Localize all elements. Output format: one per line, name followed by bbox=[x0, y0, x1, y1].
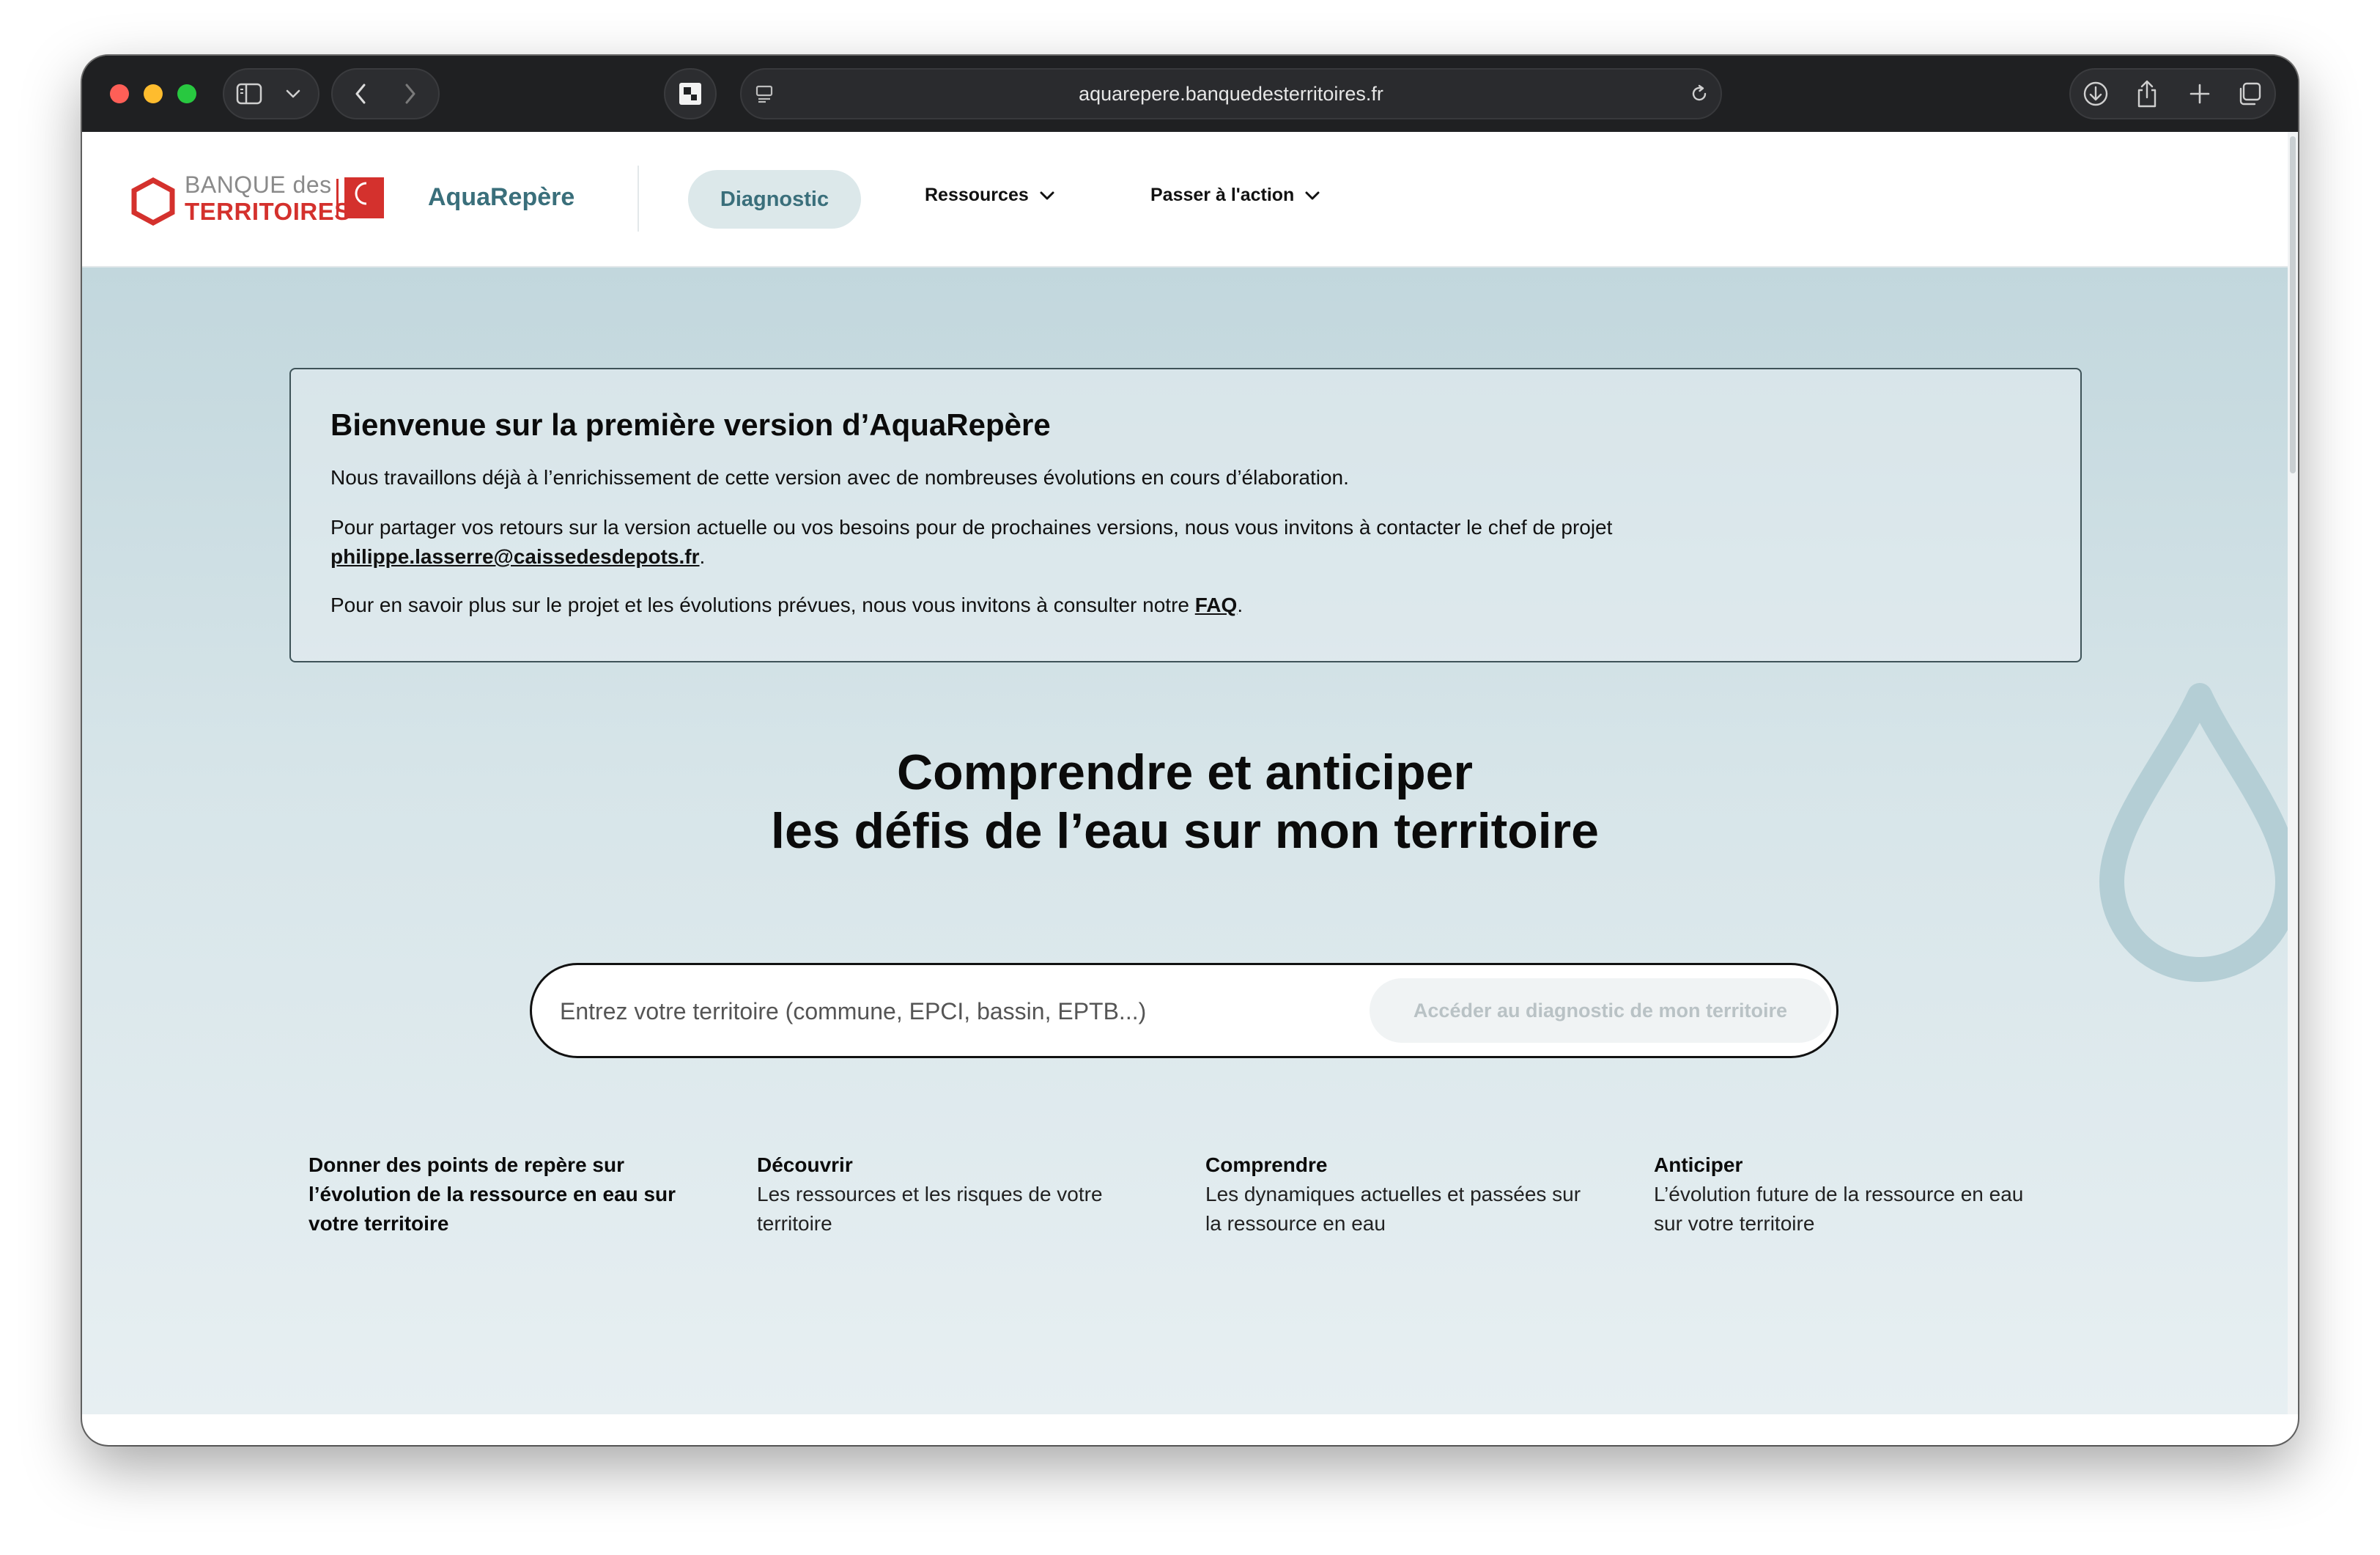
nav-ressources[interactable]: Ressources bbox=[925, 185, 1055, 206]
logo-text-top: BANQUE des bbox=[185, 171, 332, 198]
chevron-down-icon bbox=[1040, 191, 1054, 199]
hero-section: Bienvenue sur la première version d’Aqua… bbox=[82, 267, 2288, 1414]
zoom-window-button[interactable] bbox=[177, 84, 196, 103]
address-bar[interactable]: aquarepere.banquedesterritoires.fr bbox=[740, 68, 1722, 119]
new-tab-icon[interactable] bbox=[2184, 79, 2216, 108]
banque-des-territoires-logo[interactable]: BANQUE des TERRITOIRES bbox=[130, 170, 387, 229]
url-text: aquarepere.banquedesterritoires.fr bbox=[1079, 83, 1383, 105]
share-icon[interactable] bbox=[2131, 78, 2163, 110]
banner-paragraph-2: Pour partager vos retours sur la version… bbox=[330, 516, 1613, 568]
download-icon[interactable] bbox=[2080, 79, 2112, 108]
web-page: BANQUE des TERRITOIRES AquaRepère Diagno… bbox=[82, 132, 2288, 1414]
chevron-down-icon[interactable] bbox=[280, 84, 306, 104]
feature-title: Anticiper bbox=[1654, 1153, 1743, 1176]
page-scrollbar-thumb[interactable] bbox=[2290, 136, 2296, 473]
access-diagnostic-button[interactable]: Accéder au diagnostic de mon territoire bbox=[1370, 978, 1831, 1043]
feature-comprendre: Comprendre Les dynamiques actuelles et p… bbox=[1205, 1150, 1601, 1238]
hero-title-line-2: les défis de l’eau sur mon territoire bbox=[771, 803, 1599, 859]
extension-icon bbox=[676, 81, 705, 107]
site-brand[interactable]: AquaRepère bbox=[428, 183, 574, 212]
back-icon[interactable] bbox=[344, 79, 377, 108]
banner-paragraph-3: Pour en savoir plus sur le projet et les… bbox=[330, 594, 1243, 616]
feature-anticiper: Anticiper L’évolution future de la resso… bbox=[1654, 1150, 2050, 1238]
banner-paragraph-1: Nous travaillons déjà à l’enrichissement… bbox=[330, 466, 1349, 489]
browser-window: aquarepere.banquedesterritoires.fr BANQU… bbox=[82, 56, 2298, 1445]
tab-overview-icon[interactable] bbox=[2233, 79, 2266, 108]
forward-icon[interactable] bbox=[394, 79, 426, 108]
feature-text: Les dynamiques actuelles et passées sur … bbox=[1205, 1183, 1581, 1235]
hero-title-line-1: Comprendre et anticiper bbox=[897, 745, 1473, 800]
logo-text-bottom: TERRITOIRES bbox=[185, 198, 351, 225]
feature-decouvrir: Découvrir Les ressources et les risques … bbox=[757, 1150, 1153, 1238]
nav-passer-action[interactable]: Passer à l'action bbox=[1150, 185, 1320, 206]
site-header: BANQUE des TERRITOIRES AquaRepère Diagno… bbox=[82, 132, 2288, 267]
nav-passer-label: Passer à l'action bbox=[1150, 185, 1295, 205]
territory-search-input[interactable] bbox=[558, 965, 1353, 1057]
banner-paragraph-3-text: Pour en savoir plus sur le projet et les… bbox=[330, 594, 1189, 616]
browser-toolbar: aquarepere.banquedesterritoires.fr bbox=[82, 56, 2298, 133]
feature-text: Les ressources et les risques de votre t… bbox=[757, 1183, 1103, 1235]
chevron-down-icon bbox=[1305, 191, 1320, 199]
caisse-des-depots-mark bbox=[344, 177, 384, 218]
feature-title: Découvrir bbox=[757, 1153, 853, 1176]
reload-icon[interactable] bbox=[1687, 81, 1712, 106]
banner-title: Bienvenue sur la première version d’Aqua… bbox=[330, 407, 1051, 442]
nav-ressources-label: Ressources bbox=[925, 185, 1029, 205]
faq-link[interactable]: FAQ bbox=[1195, 594, 1238, 616]
feature-reperes: Donner des points de repère sur l’évolut… bbox=[308, 1150, 704, 1238]
window-bottom-edge bbox=[82, 1414, 2298, 1445]
nav-diagnostic[interactable]: Diagnostic bbox=[688, 170, 861, 229]
sidebar-icon[interactable] bbox=[234, 81, 264, 107]
feature-title: Comprendre bbox=[1205, 1153, 1328, 1176]
nav-divider bbox=[638, 166, 639, 232]
banner-paragraph-2-text: Pour partager vos retours sur la version… bbox=[330, 516, 1613, 539]
feature-title: Donner des points de repère sur l’évolut… bbox=[308, 1153, 676, 1235]
territory-search: Accéder au diagnostic de mon territoire bbox=[530, 963, 1838, 1058]
hexagon-logo-icon bbox=[131, 177, 175, 226]
close-window-button[interactable] bbox=[110, 84, 129, 103]
email-link[interactable]: philippe.lasserre@caissedesdepots.fr bbox=[330, 545, 700, 568]
feature-text: L’évolution future de la ressource en ea… bbox=[1654, 1183, 2024, 1235]
welcome-banner: Bienvenue sur la première version d’Aqua… bbox=[289, 368, 2082, 662]
minimize-window-button[interactable] bbox=[144, 84, 163, 103]
logo-divider bbox=[336, 179, 339, 218]
